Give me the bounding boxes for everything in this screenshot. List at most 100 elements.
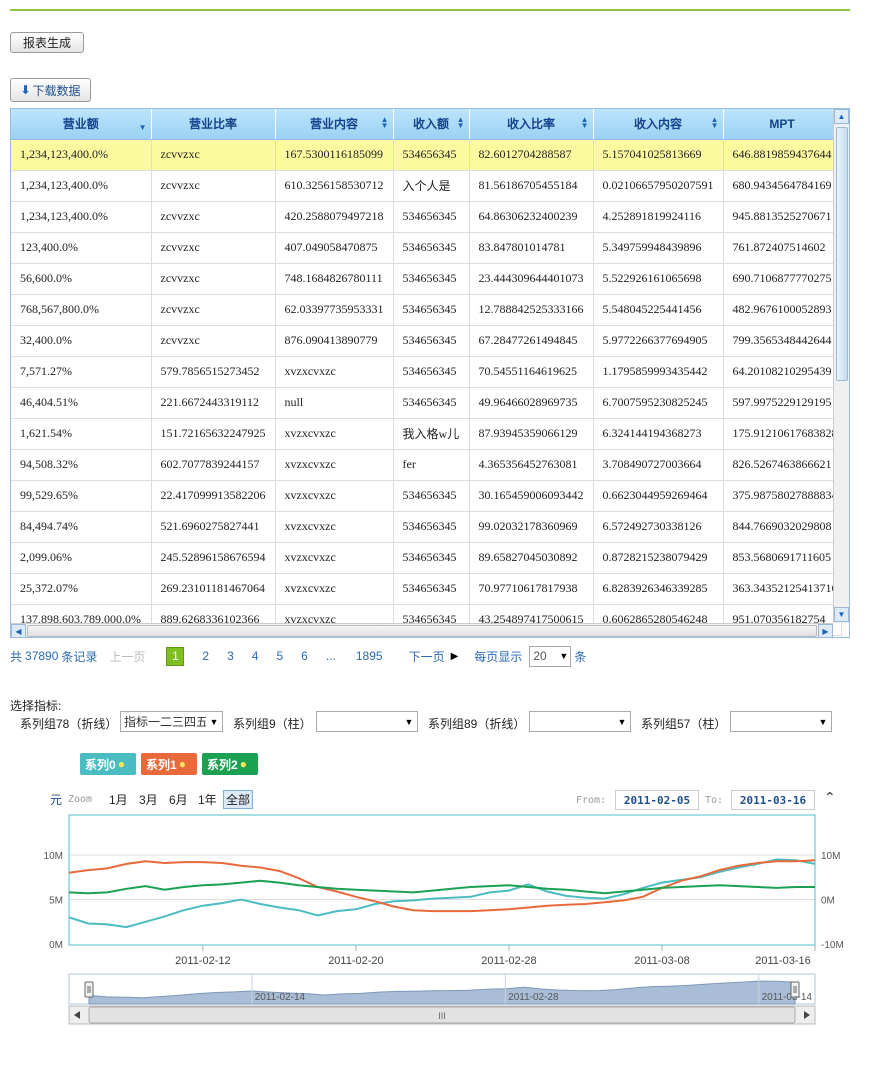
series-line-0[interactable] [68,858,816,929]
table-cell: 876.090413890779 [275,325,394,357]
chevron-down-icon[interactable]: ▼ [401,712,417,731]
from-date-input[interactable]: 2011-02-05 [615,790,699,810]
download-icon: ⬇ [20,83,31,97]
collapse-caret-icon[interactable]: ⌃ [824,789,836,806]
legend-series-0[interactable]: 系列0 ● [80,753,136,775]
sort-icon[interactable]: ▲ ▼ [581,116,589,130]
zoom-all-button[interactable]: 全部 [223,790,254,809]
table-row[interactable]: 84,494.74% 521.6960275827441 xvzxcvxzc 5346… [11,511,842,543]
navigator-left-handle[interactable] [84,981,94,998]
per-page-select[interactable]: 20 ▼ [529,645,572,667]
scroll-up-icon[interactable]: ▲ [834,109,849,124]
zoom-3-month-button[interactable]: 3月 [139,791,158,808]
prev-page-link[interactable]: 上一页 [109,648,145,665]
series-line-1[interactable] [68,859,816,913]
page-link-5[interactable]: 5 [276,649,283,663]
sort-icon[interactable]: ▲ ▼ [381,116,389,130]
table-row[interactable]: 1,621.54% 151.72165632247925 xvzxcvxzc 我入格w… [11,418,842,450]
chart-unit-label: 元 [50,793,63,807]
column-header-1[interactable]: 营业额 ▼ [11,109,152,140]
series-group-1-select[interactable]: 指标一二三四五 ▼ [120,711,223,732]
table-row[interactable]: 1,234,123,400.0% zcvvzxc 167.5300116185099… [11,139,842,171]
column-header-6[interactable]: 收入内容 ▲ ▼ [593,109,724,140]
series-group-3-label: 系列组89（折线） [428,717,526,731]
table-cell: 534656345 [393,356,470,388]
navigator-right-handle[interactable] [790,981,800,998]
table-cell: 6.8283926346339285 [593,573,724,605]
page-link-2[interactable]: 2 [202,649,209,663]
table-cell: 49.96466028969735 [469,387,594,419]
table-cell: 12.788842525333166 [469,294,594,326]
sort-icon[interactable]: ▲ ▼ [457,116,465,130]
scroll-right-icon[interactable]: ▶ [818,624,833,637]
series-group-4-select[interactable]: ▼ [730,711,832,732]
per-page-label: 每页显示 [474,649,523,664]
table-row[interactable]: 56,600.0% zcvvzxc 748.1684826780111 5346563… [11,263,842,295]
column-header-4[interactable]: 收入额 ▲ ▼ [393,109,470,140]
scroll-left-icon[interactable]: ◀ [11,624,26,637]
table-cell: 245.52896158676594 [151,542,276,574]
zoom-1-year-button[interactable]: 1年 [198,791,217,808]
table-row[interactable]: 25,372.07% 269.23101181467064 xvzxcvxzc 534… [11,573,842,605]
chevron-down-icon[interactable]: ▼ [614,712,630,731]
column-header-5[interactable]: 收入比率 ▲ ▼ [469,109,594,140]
table-row[interactable]: 1,234,123,400.0% zcvvzxc 420.2588079497218… [11,201,842,233]
table-cell: 6.7007595230825245 [593,387,724,419]
table-row[interactable]: 99,529.65% 22.417099913582206 xvzxcvxzc 534… [11,480,842,512]
x-axis-tick-label: 2011-02-12 [175,955,230,967]
lightbulb-icon: ● [178,757,186,771]
table-row[interactable]: 768,567,800.0% zcvvzxc 62.03397735953331 53… [11,294,842,326]
page-link-6[interactable]: 6 [301,649,308,663]
table-cell: 521.6960275827441 [151,511,276,543]
table-cell: 99.02032178360969 [469,511,594,543]
table-row[interactable]: 46,404.51% 221.6672443319112 null 534656345… [11,387,842,419]
table-cell: zcvvzxc [151,139,276,171]
series-group-3-select[interactable]: ▼ [529,711,631,732]
grid-horizontal-scroll-thumb[interactable] [27,625,817,637]
scroll-left-icon[interactable] [74,1011,80,1019]
table-row[interactable]: 2,099.06% 245.52896158676594 xvzxcvxzc 5346… [11,542,842,574]
navigator-scrollbar[interactable] [68,1005,816,1025]
table-cell: 1,234,123,400.0% [11,139,152,171]
navigator-scrollbar-thumb[interactable] [88,1006,796,1024]
table-cell: 534656345 [393,480,470,512]
download-data-button[interactable]: ⬇ 下载数据 [10,78,91,102]
column-header-3[interactable]: 营业内容 ▲ ▼ [275,109,394,140]
table-row[interactable]: 32,400.0% zcvvzxc 876.090413890779 53465634… [11,325,842,357]
table-cell: xvzxcvxzc [275,418,394,450]
legend-series-2[interactable]: 系列2 ● [202,753,258,775]
column-header-2[interactable]: 营业比率 [151,109,276,140]
chevron-down-icon[interactable]: ▼ [559,651,568,661]
page-link-last[interactable]: 1895 [356,649,383,663]
series-group-2-select[interactable]: ▼ [316,711,418,732]
next-page-link[interactable]: 下一页 [409,648,445,665]
table-row[interactable]: 1,234,123,400.0% zcvvzxc 610.3256158530712… [11,170,842,202]
grid-horizontal-scrollbar[interactable]: ◀ ▶ [11,623,833,637]
table-cell: 167.5300116185099 [275,139,394,171]
table-row[interactable]: 7,571.27% 579.7856515273452 xvzxcvxzc 53465… [11,356,842,388]
y-axis-left-tick: 0M [49,940,63,951]
to-date-input[interactable]: 2011-03-16 [731,790,815,810]
sort-icon[interactable]: ▼ [139,117,147,132]
zoom-6-month-button[interactable]: 6月 [169,791,188,808]
legend-series-1[interactable]: 系列1 ● [141,753,197,775]
generate-report-button[interactable]: 报表生成 [10,32,84,53]
page-link-4[interactable]: 4 [252,649,259,663]
table-cell: 1,234,123,400.0% [11,201,152,233]
next-arrow-icon[interactable]: ▶ [451,651,459,662]
grid-vertical-scroll-thumb[interactable] [836,127,848,381]
zoom-1-month-button[interactable]: 1月 [109,791,128,808]
table-cell: 534656345 [393,387,470,419]
chevron-down-icon[interactable]: ▼ [206,712,222,731]
column-header-7[interactable]: MPT [723,109,842,140]
chevron-down-icon[interactable]: ▼ [815,712,831,731]
scroll-right-icon[interactable] [804,1011,810,1019]
page-link-3[interactable]: 3 [227,649,234,663]
table-row[interactable]: 123,400.0% zcvvzxc 407.049058470875 5346563… [11,232,842,264]
series-line-2[interactable] [68,879,815,895]
grid-vertical-scrollbar[interactable]: ▲ ▼ [833,109,849,623]
scroll-down-icon[interactable]: ▼ [834,607,849,622]
page-link-1[interactable]: 1 [166,646,185,666]
table-row[interactable]: 94,508.32% 602.7077839244157 xvzxcvxzc fer 4… [11,449,842,481]
sort-icon[interactable]: ▲ ▼ [711,116,719,130]
